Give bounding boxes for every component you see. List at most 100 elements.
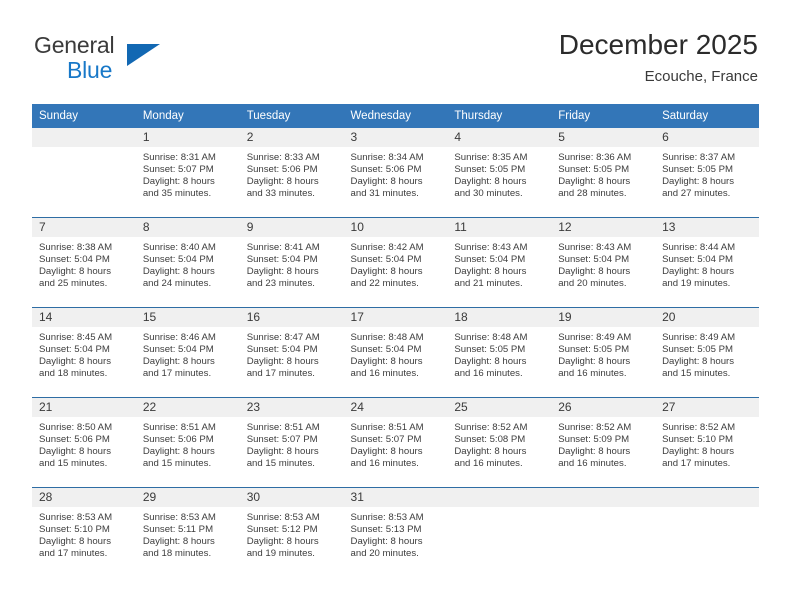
title-block: December 2025 Ecouche, France xyxy=(559,28,758,88)
daylight-duration-line1: Daylight: 8 hours xyxy=(454,446,527,458)
daylight-duration-line2: and 22 minutes. xyxy=(350,278,419,290)
sunrise-time: Sunrise: 8:53 AM xyxy=(246,512,320,523)
page-subtitle-location: Ecouche, France xyxy=(644,68,758,85)
calendar-day-cell[interactable]: 15 Sunrise: 8:46 AM Sunset: 5:04 PM Dayligh… xyxy=(135,307,240,398)
sunrise-time: Sunrise: 8:44 AM xyxy=(662,242,736,253)
daylight-duration-line1: Daylight: 8 hours xyxy=(246,536,319,548)
sunrise-time: Sunrise: 8:34 AM xyxy=(350,152,424,163)
day-number: 13 xyxy=(655,218,759,237)
sunset-time: Sunset: 5:04 PM xyxy=(662,254,733,266)
sunset-time: Sunset: 5:04 PM xyxy=(39,254,110,266)
daylight-duration-line2: and 16 minutes. xyxy=(350,458,419,470)
day-cell-inner: 19 Sunrise: 8:49 AM Sunset: 5:05 PM Dayligh… xyxy=(551,308,656,397)
calendar-day-cell[interactable]: 24 Sunrise: 8:51 AM Sunset: 5:07 PM Dayligh… xyxy=(343,397,448,488)
day-cell-inner: 14 Sunrise: 8:45 AM Sunset: 5:04 PM Dayligh… xyxy=(32,308,136,397)
sunset-time: Sunset: 5:04 PM xyxy=(350,344,422,356)
sunrise-time: Sunrise: 8:47 AM xyxy=(246,332,320,343)
day-cell-inner: 11 Sunrise: 8:43 AM Sunset: 5:04 PM Dayligh… xyxy=(447,218,552,307)
daylight-duration-line2: and 20 minutes. xyxy=(558,278,627,290)
day-details: Sunrise: 8:43 AM Sunset: 5:04 PM Daylight:… xyxy=(447,237,551,290)
daylight-duration-line1: Daylight: 8 hours xyxy=(350,536,423,548)
calendar-day-cell[interactable]: 9 Sunrise: 8:41 AM Sunset: 5:04 PM Daylight… xyxy=(239,217,344,308)
calendar-day-cell[interactable]: 13 Sunrise: 8:44 AM Sunset: 5:04 PM Dayligh… xyxy=(655,217,759,308)
calendar-day-cell[interactable]: 11 Sunrise: 8:43 AM Sunset: 5:04 PM Dayligh… xyxy=(447,217,552,308)
day-cell-inner: 13 Sunrise: 8:44 AM Sunset: 5:04 PM Dayligh… xyxy=(655,218,759,307)
calendar-day-cell[interactable]: 14 Sunrise: 8:45 AM Sunset: 5:04 PM Dayligh… xyxy=(32,307,136,398)
day-number: 19 xyxy=(551,308,656,327)
day-cell-inner xyxy=(655,488,759,573)
weekday-header-thursday: Thursday xyxy=(447,104,552,128)
calendar-day-cell[interactable]: 27 Sunrise: 8:52 AM Sunset: 5:10 PM Dayligh… xyxy=(655,397,759,488)
calendar-day-cell[interactable]: 8 Sunrise: 8:40 AM Sunset: 5:04 PM Daylight… xyxy=(135,217,240,308)
day-details: Sunrise: 8:49 AM Sunset: 5:05 PM Daylight:… xyxy=(655,327,759,380)
day-details: Sunrise: 8:52 AM Sunset: 5:08 PM Daylight:… xyxy=(447,417,551,470)
page-title: December 2025 xyxy=(558,29,758,60)
daylight-duration-line2: and 18 minutes. xyxy=(39,368,108,380)
day-cell-inner xyxy=(551,488,656,573)
day-details: Sunrise: 8:53 AM Sunset: 5:12 PM Daylight:… xyxy=(240,507,344,560)
day-cell-inner: 16 Sunrise: 8:47 AM Sunset: 5:04 PM Dayligh… xyxy=(239,308,344,397)
calendar-day-cell[interactable]: 18 Sunrise: 8:48 AM Sunset: 5:05 PM Dayligh… xyxy=(447,307,552,398)
calendar-day-cell[interactable]: 7 Sunrise: 8:38 AM Sunset: 5:04 PM Daylight… xyxy=(32,217,136,308)
calendar-day-cell[interactable]: 21 Sunrise: 8:50 AM Sunset: 5:06 PM Dayligh… xyxy=(32,397,136,488)
calendar-day-cell[interactable]: 25 Sunrise: 8:52 AM Sunset: 5:08 PM Dayligh… xyxy=(447,397,552,488)
calendar-day-cell[interactable]: 30 Sunrise: 8:53 AM Sunset: 5:12 PM Dayligh… xyxy=(239,487,344,573)
sunset-time: Sunset: 5:04 PM xyxy=(142,344,214,356)
day-cell-inner: 17 Sunrise: 8:48 AM Sunset: 5:04 PM Dayligh… xyxy=(343,308,448,397)
day-details: Sunrise: 8:40 AM Sunset: 5:04 PM Daylight:… xyxy=(136,237,240,290)
calendar-grid: Sunday Monday Tuesday Wednesday Thursday Frid… xyxy=(32,104,759,573)
calendar-week-row: 7 Sunrise: 8:38 AM Sunset: 5:04 PM Daylight… xyxy=(32,217,759,308)
calendar-day-cell[interactable]: 20 Sunrise: 8:49 AM Sunset: 5:05 PM Dayligh… xyxy=(655,307,759,398)
calendar-day-cell[interactable]: 1 Sunrise: 8:31 AM Sunset: 5:07 PM Daylight… xyxy=(135,128,240,218)
day-number: 11 xyxy=(447,218,552,237)
calendar-day-cell[interactable]: 2 Sunrise: 8:33 AM Sunset: 5:06 PM Daylight… xyxy=(239,128,344,218)
daylight-duration-line1: Daylight: 8 hours xyxy=(558,446,631,458)
day-number: 4 xyxy=(447,128,552,147)
day-number: 29 xyxy=(135,488,240,507)
calendar-day-cell[interactable]: 16 Sunrise: 8:47 AM Sunset: 5:04 PM Dayligh… xyxy=(239,307,344,398)
calendar-day-cell[interactable]: 3 Sunrise: 8:34 AM Sunset: 5:06 PM Daylight… xyxy=(343,128,448,218)
daylight-duration-line2: and 23 minutes. xyxy=(246,278,315,290)
daylight-duration-line1: Daylight: 8 hours xyxy=(246,266,319,278)
calendar-day-cell[interactable]: 29 Sunrise: 8:53 AM Sunset: 5:11 PM Dayligh… xyxy=(135,487,240,573)
sunrise-time: Sunrise: 8:53 AM xyxy=(39,512,113,523)
daylight-duration-line2: and 24 minutes. xyxy=(142,278,212,290)
day-cell-inner: 22 Sunrise: 8:51 AM Sunset: 5:06 PM Dayligh… xyxy=(135,398,240,487)
sunset-time: Sunset: 5:04 PM xyxy=(39,344,110,356)
calendar-day-cell[interactable]: 28 Sunrise: 8:53 AM Sunset: 5:10 PM Dayligh… xyxy=(32,487,136,573)
weekday-header-monday: Monday xyxy=(135,104,240,128)
day-details: Sunrise: 8:36 AM Sunset: 5:05 PM Daylight:… xyxy=(551,147,655,200)
sunrise-time: Sunrise: 8:51 AM xyxy=(142,422,216,433)
day-details: Sunrise: 8:48 AM Sunset: 5:04 PM Daylight:… xyxy=(344,327,448,380)
daylight-duration-line2: and 25 minutes. xyxy=(39,278,108,290)
sunset-time: Sunset: 5:13 PM xyxy=(350,524,422,536)
day-number: 6 xyxy=(655,128,759,147)
day-cell-inner: 23 Sunrise: 8:51 AM Sunset: 5:07 PM Dayligh… xyxy=(239,398,344,487)
day-cell-inner: 7 Sunrise: 8:38 AM Sunset: 5:04 PM Daylight… xyxy=(32,218,136,307)
day-details: Sunrise: 8:45 AM Sunset: 5:04 PM Daylight:… xyxy=(32,327,136,380)
calendar-day-cell[interactable]: 10 Sunrise: 8:42 AM Sunset: 5:04 PM Dayligh… xyxy=(343,217,448,308)
calendar-day-cell[interactable]: 4 Sunrise: 8:35 AM Sunset: 5:05 PM Daylight… xyxy=(447,128,552,218)
calendar-day-cell[interactable]: 5 Sunrise: 8:36 AM Sunset: 5:05 PM Daylight… xyxy=(551,128,656,218)
sunrise-time: Sunrise: 8:49 AM xyxy=(558,332,632,343)
sunrise-time: Sunrise: 8:48 AM xyxy=(350,332,424,343)
sunset-time: Sunset: 5:07 PM xyxy=(142,164,214,176)
calendar-day-cell[interactable]: 22 Sunrise: 8:51 AM Sunset: 5:06 PM Dayligh… xyxy=(135,397,240,488)
calendar-header-row: Sunday Monday Tuesday Wednesday Thursday Frid… xyxy=(32,104,759,128)
sunset-time: Sunset: 5:09 PM xyxy=(558,434,630,446)
daylight-duration-line2: and 28 minutes. xyxy=(558,188,627,200)
sunrise-time: Sunrise: 8:45 AM xyxy=(39,332,113,343)
calendar-day-cell[interactable]: 6 Sunrise: 8:37 AM Sunset: 5:05 PM Daylight… xyxy=(655,128,759,218)
calendar-day-cell[interactable]: 26 Sunrise: 8:52 AM Sunset: 5:09 PM Dayligh… xyxy=(551,397,656,488)
calendar-day-cell[interactable]: 31 Sunrise: 8:53 AM Sunset: 5:13 PM Dayligh… xyxy=(343,487,448,573)
calendar-day-cell[interactable]: 12 Sunrise: 8:43 AM Sunset: 5:04 PM Dayligh… xyxy=(551,217,656,308)
calendar-week-row: 21 Sunrise: 8:50 AM Sunset: 5:06 PM Dayligh… xyxy=(32,397,759,488)
daylight-duration-line1: Daylight: 8 hours xyxy=(454,356,527,368)
calendar-day-cell[interactable]: 19 Sunrise: 8:49 AM Sunset: 5:05 PM Dayligh… xyxy=(551,307,656,398)
day-number: 14 xyxy=(32,308,136,327)
daylight-duration-line1: Daylight: 8 hours xyxy=(454,266,527,278)
calendar-day-cell[interactable]: 17 Sunrise: 8:48 AM Sunset: 5:04 PM Dayligh… xyxy=(343,307,448,398)
calendar-day-cell[interactable]: 23 Sunrise: 8:51 AM Sunset: 5:07 PM Dayligh… xyxy=(239,397,344,488)
day-details: Sunrise: 8:41 AM Sunset: 5:04 PM Daylight:… xyxy=(240,237,344,290)
daylight-duration-line2: and 16 minutes. xyxy=(454,458,523,470)
